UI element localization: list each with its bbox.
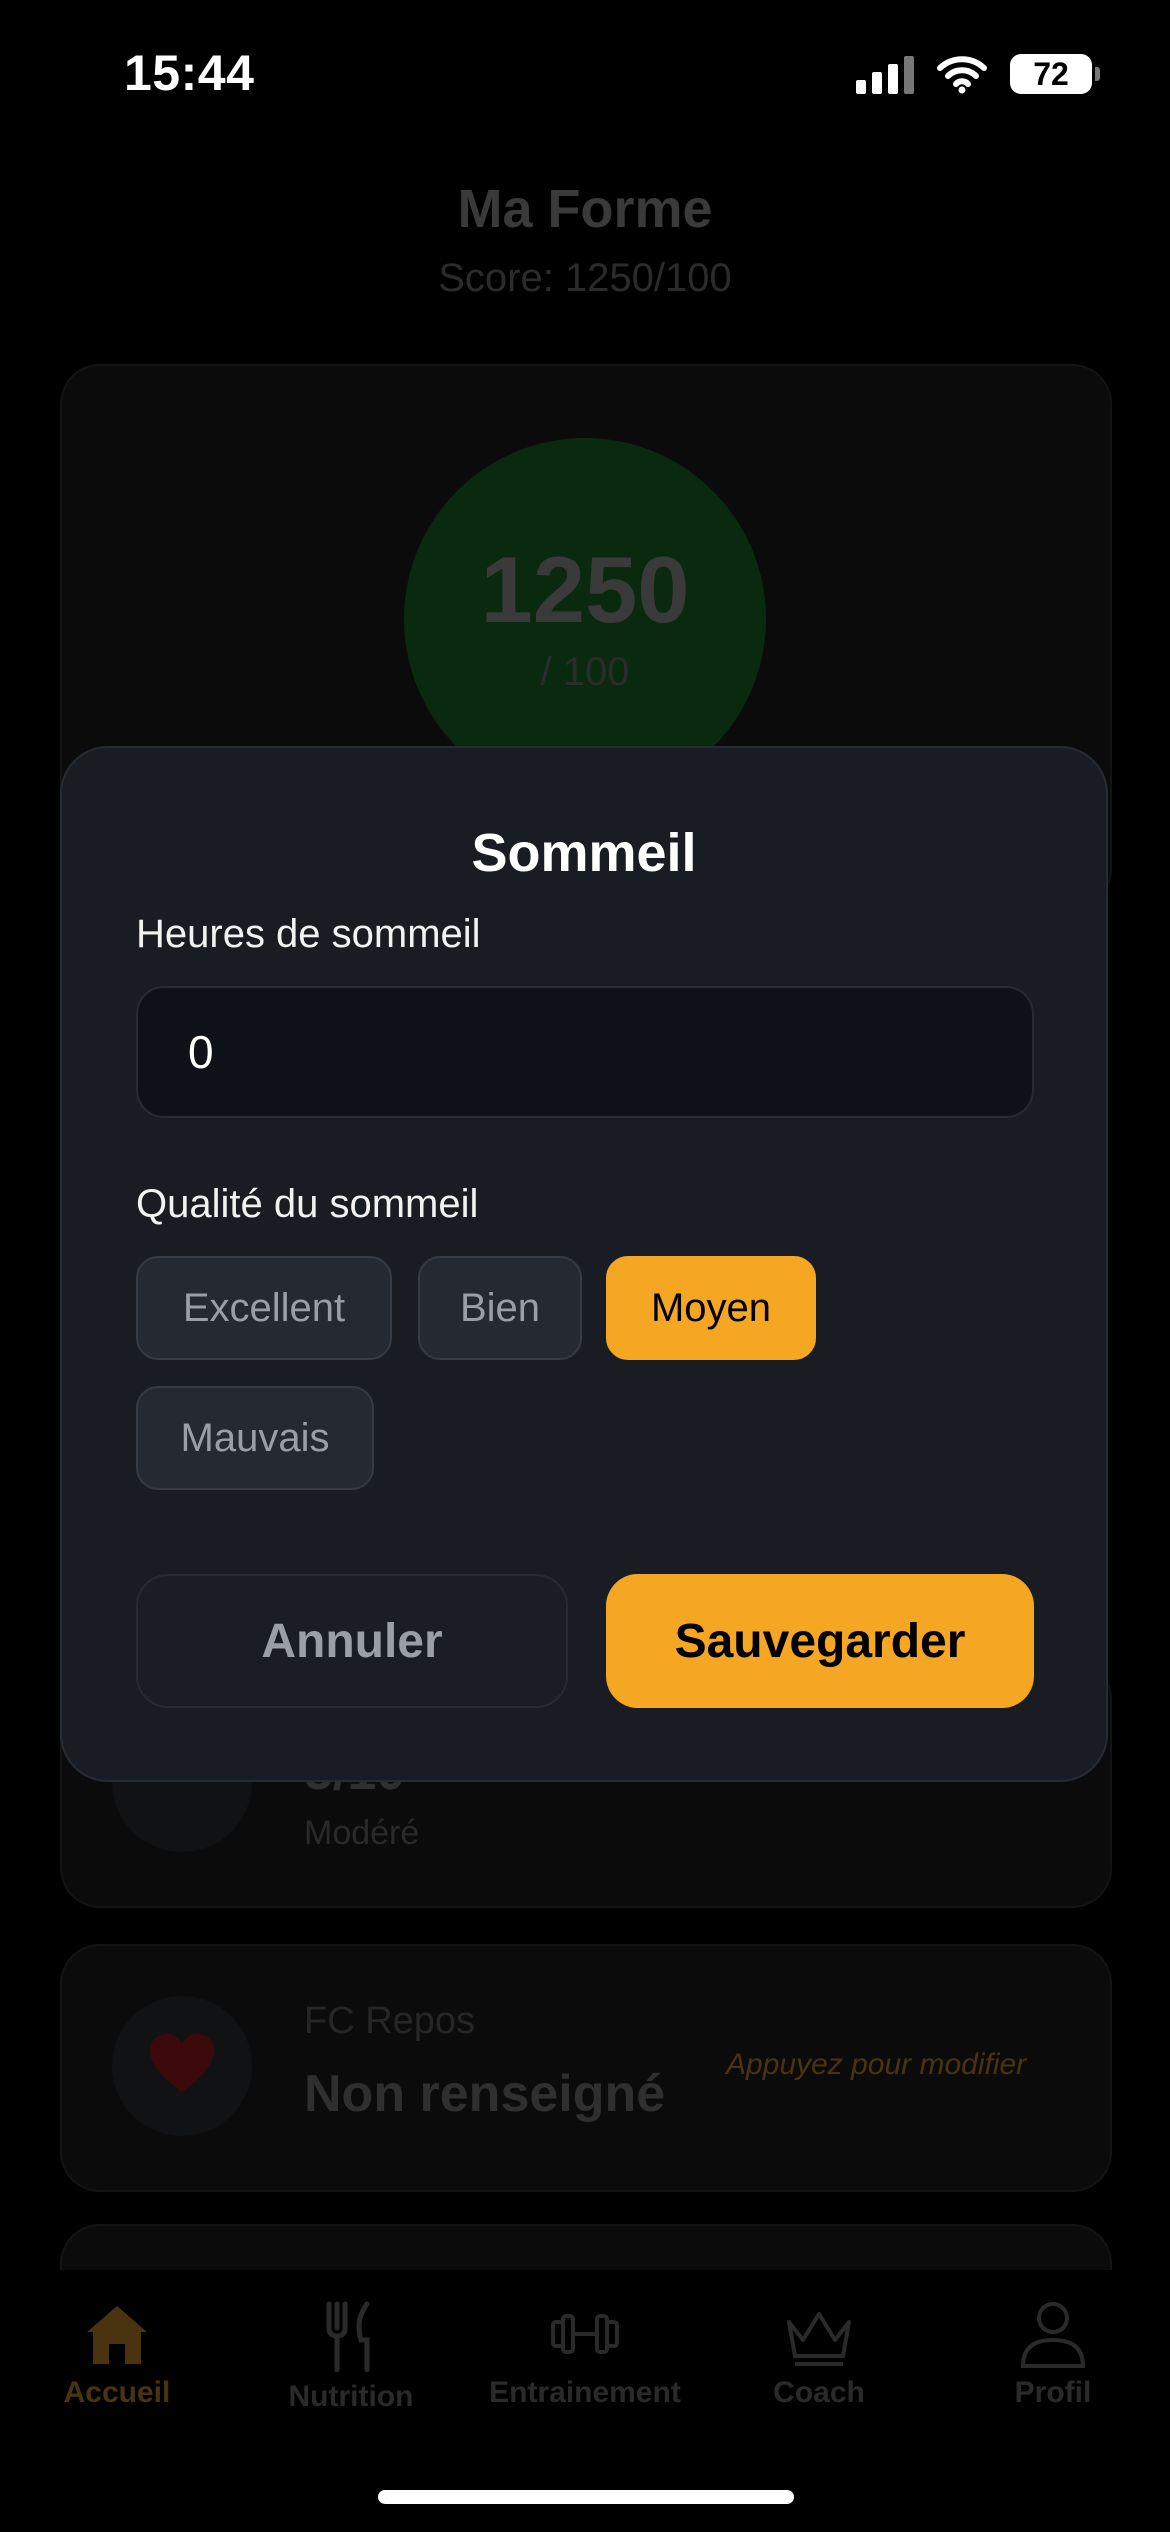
tab-label-profil: Profil [1014,2376,1092,2409]
cellular-signal-icon [856,54,914,94]
save-button[interactable]: Sauvegarder [606,1574,1034,1708]
heart-icon [150,2034,214,2092]
tab-profil[interactable]: Profil [936,2300,1170,2410]
battery-level: 72 [1033,55,1069,92]
person-icon [1020,2302,1086,2368]
tab-nutrition[interactable]: Nutrition [234,2300,468,2414]
home-indicator[interactable] [378,2490,794,2504]
battery-icon: 72 [1010,54,1100,94]
status-time: 15:44 [124,45,255,101]
tab-label-coach: Coach [773,2376,865,2409]
hours-input[interactable] [136,986,1034,1118]
quality-option-moyen[interactable]: Moyen [606,1256,816,1360]
quality-option-bien[interactable]: Bien [418,1256,582,1360]
tab-accueil[interactable]: Accueil [0,2300,234,2410]
page-title: Ma Forme [457,179,713,239]
wifi-icon [937,56,987,94]
page-subtitle: Score: 1250/100 [438,256,732,300]
score-value: 1250 [480,537,690,642]
hours-label: Heures de sommeil [136,912,481,956]
quality-label: Qualité du sommeil [136,1182,479,1226]
tab-label-entrainement: Entrainement [489,2376,681,2409]
modal-title: Sommeil [471,823,697,883]
stress-level: Modéré [304,1814,420,1852]
tab-coach[interactable]: Coach [702,2300,936,2410]
heart-rate-label: FC Repos [304,2000,476,2042]
quality-option-excellent[interactable]: Excellent [136,1256,392,1360]
tab-label-nutrition: Nutrition [288,2380,414,2413]
dumbbell-icon [551,2314,619,2354]
edit-hint: Appuyez pour modifier [726,2048,1027,2081]
quality-option-mauvais[interactable]: Mauvais [136,1386,374,1490]
tab-label-accueil: Accueil [63,2376,171,2409]
status-icons: 72 [856,54,1100,94]
heart-rate-value: Non renseigné [304,2065,666,2123]
crown-icon [787,2312,851,2366]
score-denominator: / 100 [540,650,630,694]
home-icon [87,2306,147,2364]
cancel-button[interactable]: Annuler [136,1574,568,1708]
fork-knife-icon [326,2301,370,2372]
tab-entrainement[interactable]: Entrainement [468,2300,702,2410]
